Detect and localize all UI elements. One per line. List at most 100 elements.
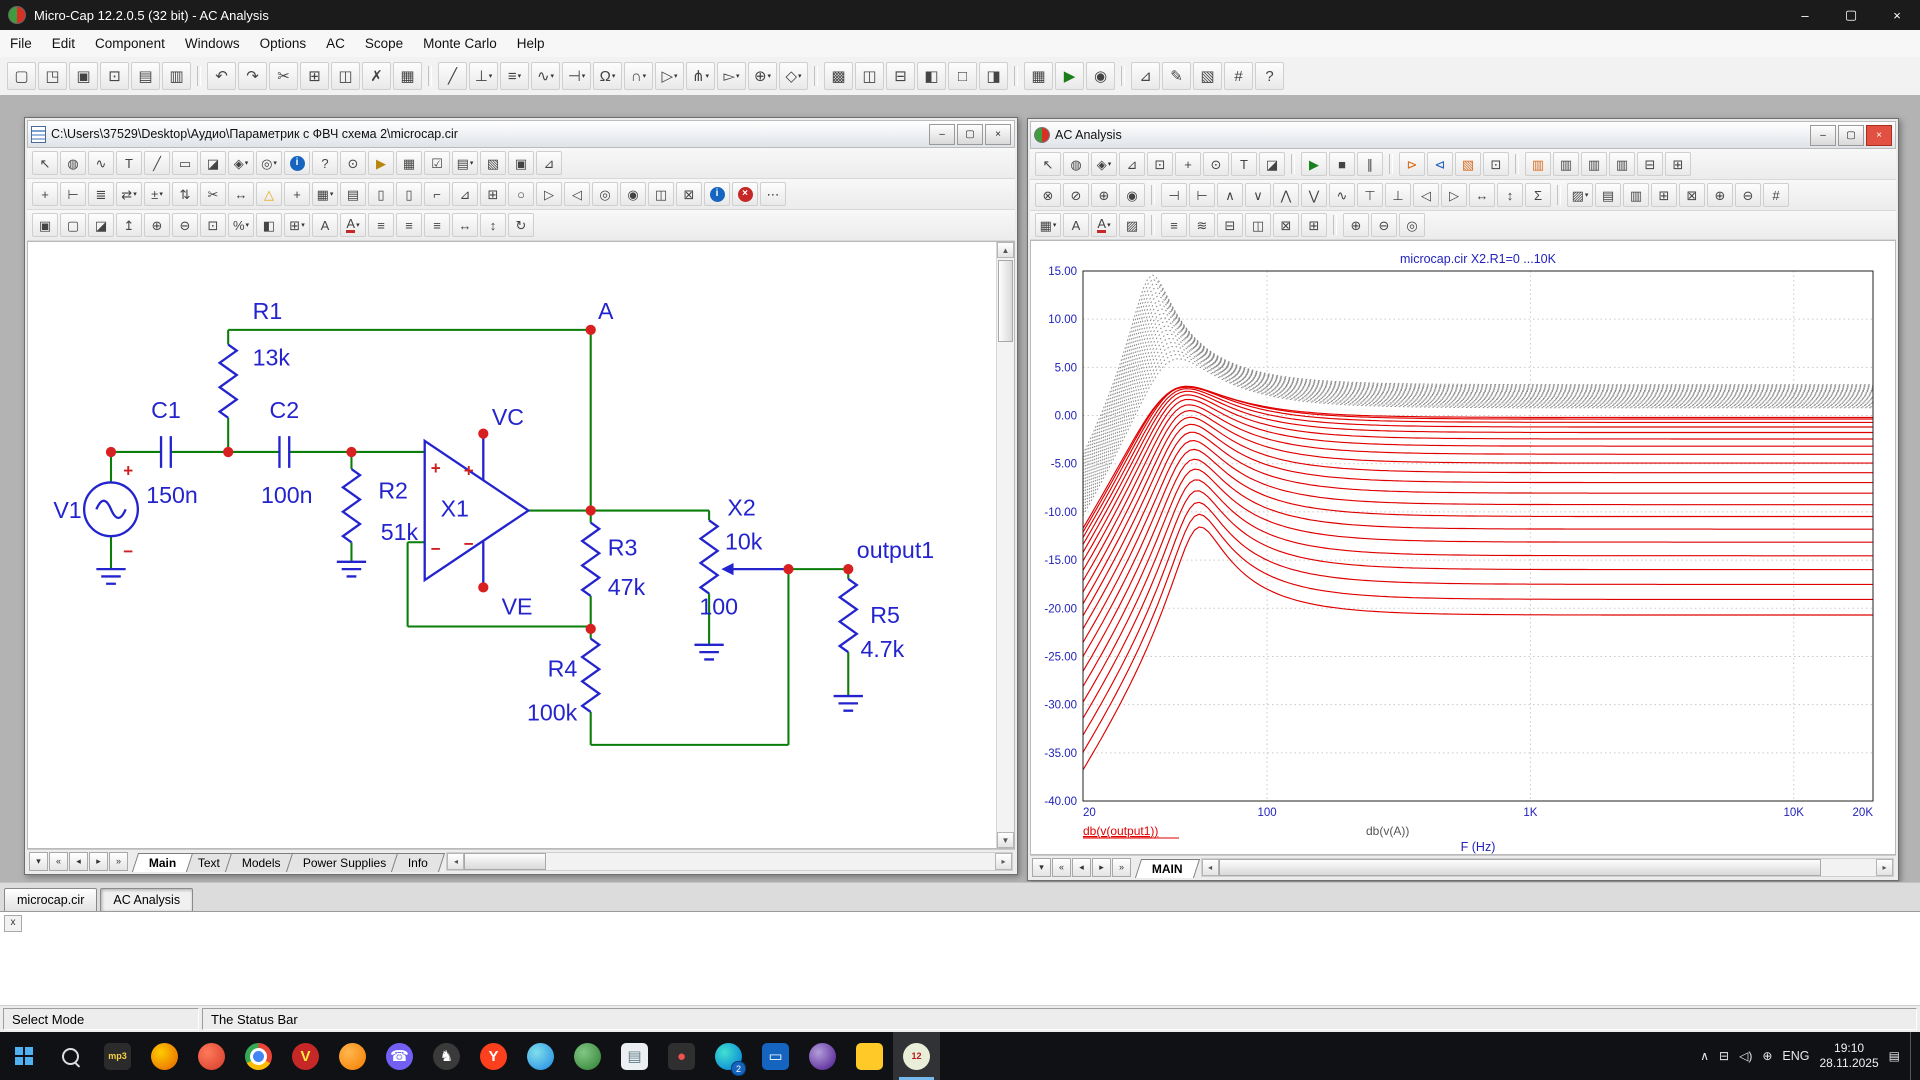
scroll-down-button[interactable]: ▼ bbox=[997, 832, 1014, 848]
probe-icon[interactable]: ◉ bbox=[1086, 62, 1115, 90]
sine-source-icon[interactable]: ∿▾ bbox=[531, 62, 560, 90]
step-param-icon[interactable]: ⇅ bbox=[172, 182, 198, 206]
trace-db(v(output1))[interactable] bbox=[1083, 449, 1873, 656]
notes-icon[interactable]: ▥ bbox=[1623, 183, 1649, 207]
diode-icon[interactable]: ▷▾ bbox=[655, 62, 684, 90]
document-tab-ac-analysis[interactable]: AC Analysis bbox=[100, 888, 193, 912]
cut-wire-icon[interactable]: ✂ bbox=[200, 182, 226, 206]
distribute-h-icon[interactable]: ↔ bbox=[452, 213, 478, 237]
trace-db(v(output1))[interactable] bbox=[1083, 411, 1873, 592]
component-editor-icon[interactable]: ⊿ bbox=[1131, 62, 1160, 90]
warning-icon[interactable]: △ bbox=[256, 182, 282, 206]
cursor-left-icon[interactable]: ⊣ bbox=[1161, 183, 1187, 207]
text-icon[interactable]: T bbox=[116, 151, 142, 175]
text-style-icon[interactable]: A bbox=[312, 213, 338, 237]
trace-db(v(output1))[interactable] bbox=[1083, 480, 1873, 702]
help-icon[interactable]: ? bbox=[1255, 62, 1284, 90]
global-low-icon[interactable]: ⋁ bbox=[1301, 183, 1327, 207]
tag-mode-icon[interactable]: ◪ bbox=[1259, 152, 1285, 176]
taskbar-app-edge[interactable]: 2 bbox=[705, 1032, 752, 1080]
trace-db(v(A))[interactable] bbox=[1083, 351, 1873, 510]
help-mode-icon[interactable]: ? bbox=[312, 151, 338, 175]
select-icon[interactable]: ↖ bbox=[1035, 152, 1061, 176]
rotate-icon[interactable]: ↻ bbox=[508, 213, 534, 237]
rectangle-icon[interactable]: ▭ bbox=[172, 151, 198, 175]
vertical-scroll-track[interactable] bbox=[997, 344, 1014, 832]
vertical-scroll-thumb[interactable] bbox=[998, 260, 1013, 342]
open-icon[interactable]: ◳ bbox=[38, 62, 67, 90]
scroll-left-button[interactable]: ◂ bbox=[447, 853, 464, 870]
pan-icon[interactable]: ◍ bbox=[1063, 152, 1089, 176]
analysis-limits-icon[interactable]: ▦ bbox=[1024, 62, 1053, 90]
add-node-icon[interactable]: + bbox=[284, 182, 310, 206]
horizontal-scroll-track[interactable] bbox=[546, 853, 995, 870]
taskbar-app-battle[interactable]: ♞ bbox=[423, 1032, 470, 1080]
run-icon[interactable]: ▶ bbox=[1301, 152, 1327, 176]
macro-icon[interactable]: ⊕▾ bbox=[748, 62, 777, 90]
schematic-canvas[interactable]: V1 C1 150n C2 100n R1 13k R2 51k X1 VC V… bbox=[27, 241, 1015, 849]
tab-power-supplies[interactable]: Power Supplies bbox=[286, 853, 404, 872]
cascade-windows-icon[interactable]: ▩ bbox=[824, 62, 853, 90]
trace-db(v(output1))[interactable] bbox=[1083, 459, 1873, 671]
panel-1-icon[interactable]: ▥ bbox=[1525, 152, 1551, 176]
split-windows-icon[interactable]: ◨ bbox=[979, 62, 1008, 90]
copy-back-icon[interactable]: ▢ bbox=[60, 213, 86, 237]
show-desktop-button[interactable] bbox=[1910, 1032, 1916, 1080]
menu-options[interactable]: Options bbox=[250, 32, 317, 55]
region-icon[interactable]: ⊿ bbox=[452, 182, 478, 206]
auto-scale-icon[interactable]: ◉ bbox=[1119, 183, 1145, 207]
zoom-select-icon[interactable]: ⊡ bbox=[1147, 152, 1173, 176]
taskbar-app-chrome[interactable] bbox=[235, 1032, 282, 1080]
inductor-icon[interactable]: ∩▾ bbox=[624, 62, 653, 90]
select-all-icon[interactable]: ▦ bbox=[393, 62, 422, 90]
table-icon[interactable]: ⊞ bbox=[480, 182, 506, 206]
plot-canvas[interactable]: 15.0010.005.000.00-5.00-10.00-15.00-20.0… bbox=[1030, 240, 1896, 855]
trace-db(v(A))[interactable] bbox=[1083, 288, 1873, 464]
next-local-max-icon[interactable]: ∧ bbox=[1217, 183, 1243, 207]
zoom-in-2-icon[interactable]: ⊕ bbox=[1707, 183, 1733, 207]
taskbar-app-mp3tag[interactable]: mp3 bbox=[94, 1032, 141, 1080]
ground-icon[interactable]: ⊥▾ bbox=[469, 62, 498, 90]
info-icon[interactable]: i bbox=[284, 151, 310, 175]
start-button[interactable] bbox=[0, 1032, 47, 1080]
pan-view-icon[interactable]: ◫ bbox=[648, 182, 674, 206]
trace-db(v(output1))[interactable] bbox=[1083, 399, 1873, 570]
trace-db(v(A))[interactable] bbox=[1083, 355, 1873, 513]
grid-settings-icon[interactable]: ▦▾ bbox=[312, 182, 338, 206]
pan-icon[interactable]: ◍ bbox=[60, 151, 86, 175]
misc-parts-icon[interactable]: ◇▾ bbox=[779, 62, 808, 90]
font-color-icon[interactable]: A▾ bbox=[340, 213, 366, 237]
taskbar-app-screen-share[interactable]: ▭ bbox=[752, 1032, 799, 1080]
maximize-button[interactable]: ▢ bbox=[1828, 0, 1874, 30]
pages-icon[interactable]: ▤ bbox=[1595, 183, 1621, 207]
statistics-icon[interactable]: Σ bbox=[1525, 183, 1551, 207]
next-local-min-icon[interactable]: ∨ bbox=[1245, 183, 1271, 207]
stop-icon[interactable]: ■ bbox=[1329, 152, 1355, 176]
swap-parts-icon[interactable]: ⇄▾ bbox=[116, 182, 142, 206]
last-page-button[interactable]: » bbox=[109, 852, 128, 871]
ruler-icon[interactable]: ⊢ bbox=[60, 182, 86, 206]
x2-potentiometer-symbol[interactable] bbox=[701, 520, 718, 593]
next-simulation-icon[interactable]: ⊳ bbox=[1399, 152, 1425, 176]
trace-db(v(output1))[interactable] bbox=[1083, 491, 1873, 718]
data-grid-icon[interactable]: ▦▾ bbox=[1035, 213, 1061, 237]
cursor-mode-icon[interactable]: + bbox=[1175, 152, 1201, 176]
trace-db(v(output1))[interactable] bbox=[1083, 389, 1873, 545]
zoom-out-icon[interactable]: ⊘ bbox=[1063, 183, 1089, 207]
info-circle-icon[interactable]: i bbox=[704, 182, 730, 206]
mode-select-icon[interactable]: ⊿ bbox=[536, 151, 562, 175]
picture-icon[interactable]: ◪ bbox=[200, 151, 226, 175]
align-left-icon[interactable]: ≡ bbox=[368, 213, 394, 237]
transistor-icon[interactable]: ⋔▾ bbox=[686, 62, 715, 90]
tag-vertical-icon[interactable]: ↕ bbox=[1497, 183, 1523, 207]
wire-icon[interactable]: ∿ bbox=[88, 151, 114, 175]
export-region-icon[interactable]: ↥ bbox=[116, 213, 142, 237]
add-plot-icon[interactable]: ⊞ bbox=[1651, 183, 1677, 207]
show-nodes-icon[interactable]: ☑ bbox=[424, 151, 450, 175]
stretch-icon[interactable]: ↔ bbox=[228, 182, 254, 206]
font-color-icon[interactable]: A▾ bbox=[1091, 213, 1117, 237]
trace-db(v(A))[interactable] bbox=[1083, 279, 1873, 457]
corner-icon[interactable]: ⌐ bbox=[424, 182, 450, 206]
schematic-minimize-button[interactable]: – bbox=[929, 124, 955, 145]
paste-icon[interactable]: ◫ bbox=[331, 62, 360, 90]
